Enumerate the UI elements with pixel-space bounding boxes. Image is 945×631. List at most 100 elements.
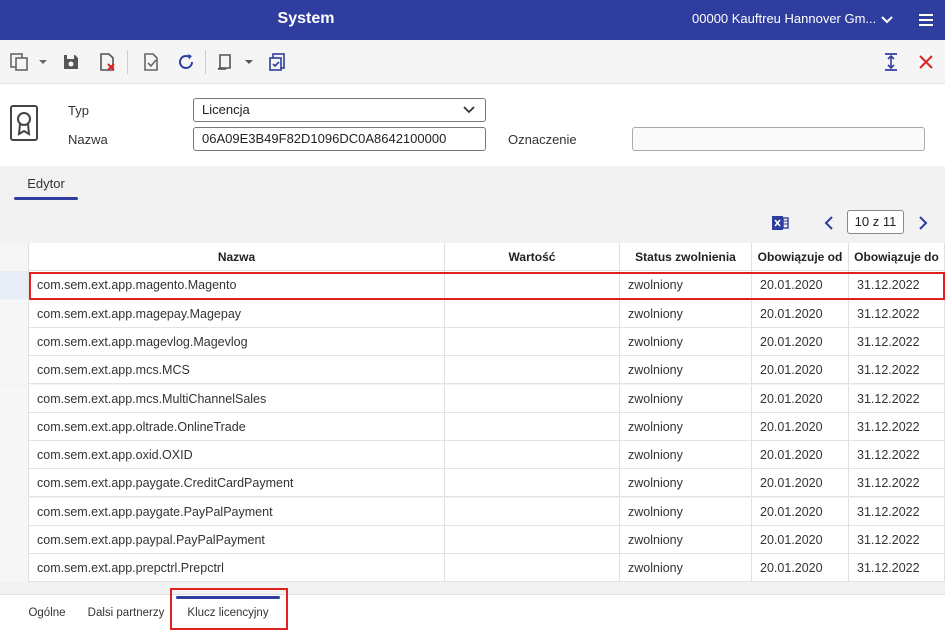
table-cell[interactable]: zwolniony <box>620 412 752 441</box>
row-selector[interactable] <box>0 441 29 470</box>
table-cell[interactable] <box>445 412 620 441</box>
table-cell[interactable]: 31.12.2022 <box>849 384 945 413</box>
table-cell[interactable]: 20.01.2020 <box>752 441 849 470</box>
table-row[interactable]: com.sem.ext.app.oxid.OXID zwolniony 20.01.… <box>0 441 945 470</box>
table-cell[interactable]: com.sem.ext.app.paygate.CreditCardPaymen… <box>29 469 445 498</box>
table-cell[interactable]: 20.01.2020 <box>752 412 849 441</box>
expand-vertical-icon[interactable] <box>880 51 902 73</box>
table-row[interactable]: com.sem.ext.app.paypal.PayPalPayment zwol… <box>0 526 945 554</box>
chevron-right-icon[interactable] <box>916 215 930 231</box>
excel-export-icon[interactable] <box>770 213 790 233</box>
table-cell[interactable]: 20.01.2020 <box>752 554 849 583</box>
copy-icon[interactable] <box>8 51 30 73</box>
table-row[interactable]: com.sem.ext.app.magevlog.Magevlog zwolnio… <box>0 327 945 356</box>
table-cell[interactable]: 31.12.2022 <box>849 356 945 385</box>
table-cell[interactable]: 20.01.2020 <box>752 526 849 554</box>
oznaczenie-field[interactable] <box>632 127 925 151</box>
validate-icon[interactable] <box>140 51 162 73</box>
row-selector[interactable] <box>0 356 29 385</box>
row-selector[interactable] <box>0 469 29 498</box>
table-row[interactable]: com.sem.ext.app.paygate.CreditCardPaymen… <box>0 469 945 498</box>
table-cell[interactable]: com.sem.ext.app.prepctrl.Prepctrl <box>29 554 445 583</box>
table-cell[interactable] <box>445 441 620 470</box>
print-dropdown-icon[interactable] <box>244 58 254 66</box>
table-cell[interactable]: 20.01.2020 <box>752 384 849 413</box>
table-cell[interactable]: zwolniony <box>620 384 752 413</box>
table-cell[interactable] <box>445 469 620 498</box>
table-cell[interactable]: 31.12.2022 <box>849 299 945 328</box>
table-cell[interactable]: 20.01.2020 <box>752 469 849 498</box>
table-cell[interactable]: zwolniony <box>620 441 752 470</box>
table-cell[interactable] <box>445 356 620 385</box>
table-cell[interactable] <box>445 526 620 554</box>
table-cell[interactable]: com.sem.ext.app.paypal.PayPalPayment <box>29 526 445 554</box>
row-selector[interactable] <box>0 384 29 413</box>
table-cell[interactable]: zwolniony <box>620 356 752 385</box>
table-row[interactable]: com.sem.ext.app.mcs.MCS zwolniony 20.01.20… <box>0 356 945 385</box>
table-cell[interactable]: 31.12.2022 <box>849 327 945 356</box>
chevron-down-icon[interactable] <box>880 13 894 27</box>
page-indicator[interactable]: 10 z 11 <box>847 210 904 234</box>
table-cell[interactable]: 20.01.2020 <box>752 356 849 385</box>
chevron-left-icon[interactable] <box>822 215 836 231</box>
table-cell[interactable]: zwolniony <box>620 497 752 526</box>
table-cell[interactable] <box>445 497 620 526</box>
tab-dalsi-partnerzy[interactable]: Dalsi partnerzy <box>86 595 166 631</box>
table-cell[interactable]: zwolniony <box>620 554 752 583</box>
row-selector[interactable] <box>0 412 29 441</box>
table-cell[interactable]: 31.12.2022 <box>849 497 945 526</box>
table-row[interactable]: com.sem.ext.app.mcs.MultiChannelSales zwo… <box>0 384 945 413</box>
column-header[interactable]: Wartość <box>445 243 620 271</box>
table-cell[interactable]: 31.12.2022 <box>849 441 945 470</box>
table-cell[interactable]: 20.01.2020 <box>752 299 849 328</box>
table-cell[interactable]: 20.01.2020 <box>752 497 849 526</box>
table-cell[interactable]: zwolniony <box>620 299 752 328</box>
save-icon[interactable] <box>60 51 82 73</box>
column-header[interactable]: Status zwolnienia <box>620 243 752 271</box>
tab-edytor[interactable]: Edytor <box>14 176 78 191</box>
copy-dropdown-icon[interactable] <box>38 58 48 66</box>
table-row[interactable]: com.sem.ext.app.magento.Magento zwolniony… <box>0 271 945 300</box>
table-cell[interactable]: zwolniony <box>620 271 752 300</box>
table-cell[interactable]: zwolniony <box>620 327 752 356</box>
table-cell[interactable]: com.sem.ext.app.paygate.PayPalPayment <box>29 497 445 526</box>
table-cell[interactable]: zwolniony <box>620 526 752 554</box>
table-row[interactable]: com.sem.ext.app.magepay.Magepay zwolniony… <box>0 299 945 328</box>
table-cell[interactable]: com.sem.ext.app.magepay.Magepay <box>29 299 445 328</box>
table-cell[interactable]: 31.12.2022 <box>849 412 945 441</box>
column-header[interactable]: Nazwa <box>29 243 445 271</box>
table-cell[interactable]: com.sem.ext.app.oltrade.OnlineTrade <box>29 412 445 441</box>
company-selector[interactable]: 00000 Kauftreu Hannover Gm... <box>692 0 876 40</box>
table-cell[interactable]: zwolniony <box>620 469 752 498</box>
table-cell[interactable]: 31.12.2022 <box>849 554 945 583</box>
table-cell[interactable]: com.sem.ext.app.mcs.MCS <box>29 356 445 385</box>
row-selector[interactable] <box>0 526 29 554</box>
table-cell[interactable]: com.sem.ext.app.oxid.OXID <box>29 441 445 470</box>
table-cell[interactable]: 20.01.2020 <box>752 271 849 300</box>
typ-select[interactable]: Licencja <box>193 98 486 122</box>
table-cell[interactable]: 20.01.2020 <box>752 327 849 356</box>
row-selector[interactable] <box>0 554 29 583</box>
close-icon[interactable] <box>915 51 937 73</box>
column-header[interactable]: Obowiązuje do <box>849 243 945 271</box>
print-icon[interactable] <box>214 51 236 73</box>
table-cell[interactable]: 31.12.2022 <box>849 271 945 300</box>
table-cell[interactable]: com.sem.ext.app.mcs.MultiChannelSales <box>29 384 445 413</box>
hamburger-menu-icon[interactable] <box>918 12 934 28</box>
column-header[interactable]: Obowiązuje od <box>752 243 849 271</box>
table-row[interactable]: com.sem.ext.app.paygate.PayPalPayment zwo… <box>0 497 945 526</box>
nazwa-field[interactable]: 06A09E3B49F82D1096DC0A8642100000 <box>193 127 486 151</box>
row-selector[interactable] <box>0 497 29 526</box>
row-selector[interactable] <box>0 327 29 356</box>
tab-klucz-licencyjny[interactable]: Klucz licencyjny <box>176 595 280 631</box>
table-cell[interactable] <box>445 299 620 328</box>
table-cell[interactable] <box>445 271 620 300</box>
table-cell[interactable] <box>445 554 620 583</box>
table-cell[interactable] <box>445 327 620 356</box>
table-cell[interactable]: 31.12.2022 <box>849 469 945 498</box>
table-row[interactable]: com.sem.ext.app.prepctrl.Prepctrl zwolnio… <box>0 554 945 583</box>
table-cell[interactable]: 31.12.2022 <box>849 526 945 554</box>
row-selector[interactable] <box>0 299 29 328</box>
tab-ogolne[interactable]: Ogólne <box>22 595 72 631</box>
discard-icon[interactable] <box>96 51 118 73</box>
